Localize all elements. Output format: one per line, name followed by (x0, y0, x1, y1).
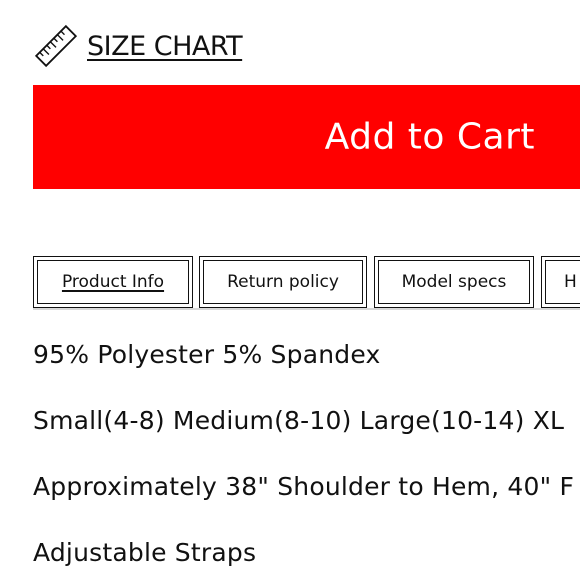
product-tabs: Product Info Return policy Model specs H (33, 256, 580, 308)
tab-label: Model specs (401, 272, 507, 292)
tab-product-info[interactable]: Product Info (33, 256, 193, 308)
tab-model-specs[interactable]: Model specs (374, 256, 534, 308)
tabs-divider (33, 308, 580, 310)
tab-label: Product Info (61, 272, 165, 292)
tab-label: Return policy (227, 272, 339, 292)
add-to-cart-button[interactable]: Add to Cart (33, 85, 580, 189)
product-info-line: Small(4-8) Medium(8-10) Large(10-14) XL (33, 406, 565, 435)
size-chart-label[interactable]: SIZE CHART (87, 31, 243, 62)
tab-label: H (564, 272, 577, 292)
product-info-line: Approximately 38" Shoulder to Hem, 40" F (33, 472, 575, 501)
size-chart-link[interactable]: SIZE CHART (33, 22, 243, 70)
add-to-cart-label: Add to Cart (324, 116, 535, 158)
product-info-line: 95% Polyester 5% Spandex (33, 340, 381, 369)
tab-return-policy[interactable]: Return policy (199, 256, 367, 308)
ruler-icon (34, 24, 78, 68)
tab-partial[interactable]: H (541, 256, 580, 308)
product-info-line: Adjustable Straps (33, 538, 257, 567)
